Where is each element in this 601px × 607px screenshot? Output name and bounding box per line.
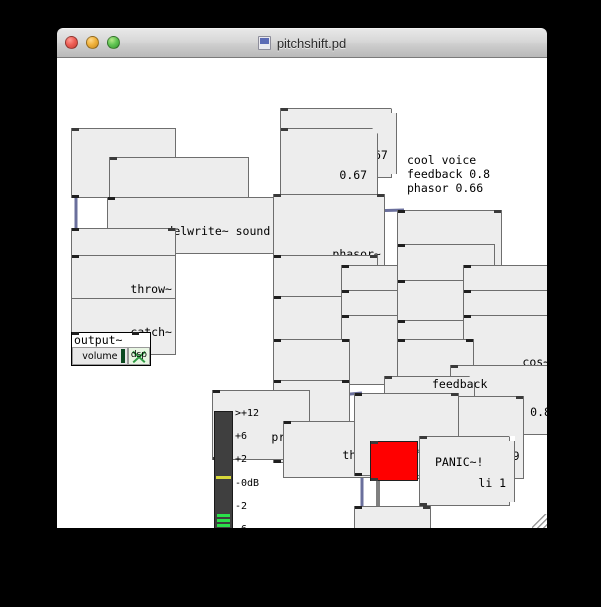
comment-panic-label: PANIC~!	[435, 455, 484, 469]
inlet-right	[450, 393, 458, 396]
panic-bang[interactable]	[370, 441, 418, 481]
vu-segment	[217, 514, 230, 517]
vu-scale-0: >+12	[235, 408, 260, 419]
pd-file-icon	[257, 36, 271, 50]
inlet-right	[342, 380, 350, 383]
inlet-left	[355, 393, 362, 396]
inlet-left	[464, 290, 471, 293]
object-label: throw~	[130, 282, 172, 296]
numberbox-value: 0.67	[339, 168, 368, 182]
vu-scale-2: +2	[235, 454, 248, 466]
subpatch-output-label: output~	[74, 333, 123, 347]
inlet	[72, 332, 79, 335]
inlet-right	[466, 339, 474, 342]
inlet-left	[398, 339, 405, 342]
volume-slider-label: volume	[82, 350, 118, 362]
inlet-right	[342, 339, 350, 342]
inlet-right	[369, 255, 377, 258]
vu-scale-4: -2	[235, 500, 248, 512]
inlet-right	[376, 194, 384, 197]
inlet	[72, 255, 79, 258]
inlet	[281, 128, 288, 131]
inlet	[385, 376, 392, 379]
inlet	[398, 244, 405, 247]
inlet-right	[515, 396, 523, 399]
inlet	[108, 197, 115, 200]
inlet-right	[493, 210, 501, 213]
inlet-left	[464, 265, 471, 268]
inlet	[420, 436, 427, 439]
vu-scale: >+12 +6 +2 -0dB -2 -6 -12 -20 -30 -50 <-…	[235, 408, 259, 528]
inlet-left	[274, 380, 281, 383]
outlet	[355, 473, 362, 476]
comment-note-line3: phasor 0.66	[407, 181, 484, 195]
vu-segment	[217, 519, 230, 522]
inlet	[342, 315, 349, 318]
outlet	[274, 460, 281, 463]
inlet-left	[72, 228, 79, 231]
inlet	[274, 296, 281, 299]
comment-note-line2: feedback 0.8	[407, 167, 491, 181]
inlet-left	[398, 210, 405, 213]
numberbox-phasor[interactable]: 0.67	[280, 128, 378, 198]
object-mul-feedback[interactable]: *~	[354, 506, 432, 528]
window-title: pitchshift.pd	[276, 35, 347, 51]
inlet	[281, 108, 288, 111]
inlet	[284, 421, 291, 424]
inlet-left	[342, 290, 349, 293]
pd-patch-window: pitchshift.pd delwrite~ sound 1000 throw…	[57, 28, 547, 528]
message-label: li 1	[478, 476, 507, 490]
inlet-right	[423, 506, 431, 509]
inlet	[451, 365, 458, 368]
outlet	[72, 195, 79, 198]
subpatch-output[interactable]: output~ volume dsp	[71, 332, 151, 366]
comment-feedback-label: feedback	[432, 377, 488, 391]
vu-meter[interactable]	[214, 411, 233, 528]
inlet	[464, 315, 471, 318]
volume-slider-handle[interactable]	[120, 349, 125, 363]
screen: pitchshift.pd delwrite~ sound 1000 throw…	[0, 0, 601, 607]
inlet	[371, 441, 378, 444]
vu-scale-1: +6	[235, 431, 248, 443]
inlet-left	[355, 506, 362, 509]
resize-grip[interactable]	[532, 514, 547, 528]
title-group: pitchshift.pd	[57, 29, 547, 57]
dsp-toggle-label: dsp	[130, 350, 147, 360]
inlet-left	[342, 265, 349, 268]
dsp-toggle[interactable]: dsp	[127, 347, 150, 365]
inlet	[398, 320, 405, 323]
vu-segment	[217, 524, 230, 527]
output-controls-row: volume dsp	[72, 347, 150, 365]
inlet-left	[274, 194, 281, 197]
inlet-left	[274, 255, 281, 258]
comment-note-line1: cool voice	[407, 153, 477, 167]
outlet	[371, 478, 378, 481]
title-bar[interactable]: pitchshift.pd	[57, 28, 547, 58]
inlet	[72, 128, 79, 131]
vu-scale-3: -0dB	[235, 477, 260, 489]
inlet	[213, 390, 220, 393]
inlet-right	[167, 228, 175, 231]
message-panic-value[interactable]: li 1	[419, 436, 516, 506]
inlet-left	[274, 339, 281, 342]
vu-peak-marker	[216, 476, 231, 479]
inlet-right	[132, 332, 139, 335]
inlet-left	[398, 280, 405, 283]
volume-slider[interactable]: volume	[72, 347, 128, 365]
vu-scale-5: -6	[235, 524, 259, 528]
patch-canvas[interactable]: adc~ 1 r~ feedback delwrite~ sound 1000 …	[57, 58, 547, 528]
inlet	[110, 157, 117, 160]
